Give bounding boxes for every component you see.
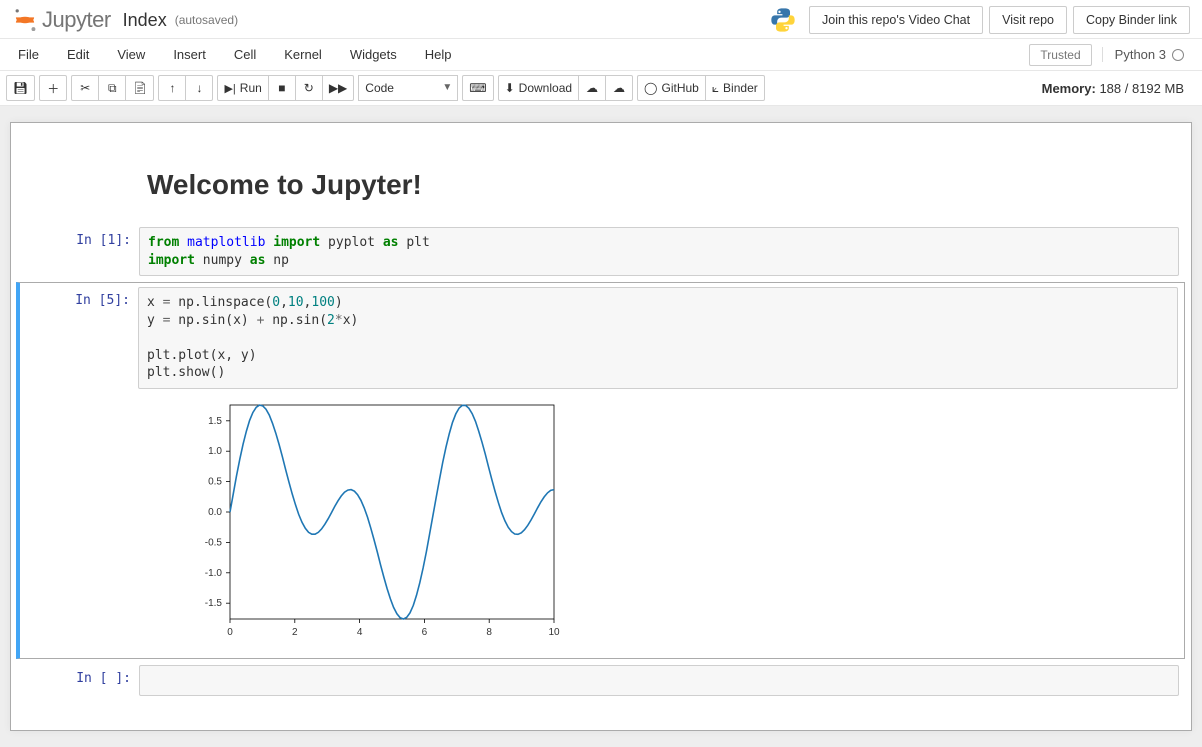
- binder-label: Binder: [723, 81, 758, 95]
- cloud-up-icon: ☁︎: [613, 81, 625, 95]
- download-button[interactable]: ⬇︎ Download: [498, 75, 579, 101]
- kernel-idle-icon: [1172, 49, 1184, 61]
- stop-icon: ■: [278, 81, 285, 95]
- memory-value: 188 / 8192 MB: [1099, 81, 1184, 96]
- notebook: Welcome to Jupyter! In [1]: from matplot…: [10, 122, 1192, 731]
- prompt-in-3: In [ ]:: [17, 665, 139, 697]
- menubar: File Edit View Insert Cell Kernel Widget…: [0, 39, 1202, 71]
- markdown-prompt: [17, 149, 139, 217]
- save-icon: 💾︎: [13, 81, 28, 95]
- keyboard-icon: ⌨︎: [469, 81, 486, 95]
- kernel-name[interactable]: Python 3: [1102, 47, 1184, 62]
- svg-text:0.5: 0.5: [208, 476, 222, 487]
- cloud-down-button[interactable]: ☁︎: [578, 75, 606, 101]
- restart-icon: ↻: [304, 81, 314, 95]
- svg-text:1.0: 1.0: [208, 446, 222, 457]
- prompt-in-2: In [5]:: [20, 287, 138, 389]
- interrupt-button[interactable]: ■: [268, 75, 296, 101]
- svg-text:-0.5: -0.5: [205, 537, 223, 548]
- fast-forward-icon: ▶▶: [329, 81, 347, 95]
- binder-icon: ⟀: [712, 81, 719, 96]
- github-icon: ◯: [644, 81, 657, 95]
- run-button[interactable]: ▶| Run: [217, 75, 268, 101]
- copy-icon: ⧉: [108, 81, 117, 96]
- video-chat-button[interactable]: Join this repo's Video Chat: [809, 6, 983, 34]
- memory-indicator: Memory: 188 / 8192 MB: [1042, 81, 1196, 96]
- matplotlib-plot: -1.5 -1.0 -0.5 0.0 0.5 1.0 1.5 0 2 4 6 8 10: [182, 395, 562, 647]
- toolbar: 💾︎ ＋ ✂︎ ⧉ 📄︎ ↑ ↓ ▶| Run ■ ↻ ▶▶ Code ▼ ⌨︎…: [0, 71, 1202, 106]
- prompt-in-1: In [1]:: [17, 227, 139, 276]
- visit-repo-button[interactable]: Visit repo: [989, 6, 1067, 34]
- github-label: GitHub: [661, 81, 698, 95]
- binder-button[interactable]: ⟀ Binder: [705, 75, 765, 101]
- menu-cell[interactable]: Cell: [220, 41, 270, 68]
- menu-file[interactable]: File: [4, 41, 53, 68]
- prompt-out-2: [20, 389, 138, 654]
- svg-text:0: 0: [227, 627, 233, 638]
- command-palette-button[interactable]: ⌨︎: [462, 75, 493, 101]
- copy-binder-button[interactable]: Copy Binder link: [1073, 6, 1190, 34]
- markdown-cell[interactable]: Welcome to Jupyter!: [17, 145, 1185, 221]
- code-cell-1[interactable]: In [1]: from matplotlib import pyplot as…: [17, 223, 1185, 280]
- kernel-name-text: Python 3: [1115, 47, 1166, 62]
- menu-view[interactable]: View: [103, 41, 159, 68]
- download-icon: ⬇︎: [505, 81, 515, 95]
- restart-button[interactable]: ↻: [295, 75, 323, 101]
- celltype-value: Code: [365, 81, 394, 95]
- jupyter-icon: [12, 7, 38, 33]
- arrow-up-icon: ↑: [169, 81, 175, 95]
- svg-text:-1.0: -1.0: [205, 568, 223, 579]
- github-button[interactable]: ◯ GitHub: [637, 75, 706, 101]
- cut-button[interactable]: ✂︎: [71, 75, 99, 101]
- restart-run-all-button[interactable]: ▶▶: [322, 75, 354, 101]
- plus-icon: ＋: [47, 80, 59, 97]
- output-area-2: -1.5 -1.0 -0.5 0.0 0.5 1.0 1.5 0 2 4 6 8 10: [138, 389, 566, 654]
- move-down-button[interactable]: ↓: [185, 75, 213, 101]
- jupyter-logo[interactable]: Jupyter: [12, 7, 111, 33]
- download-label: Download: [519, 81, 572, 95]
- svg-text:10: 10: [548, 627, 560, 638]
- move-up-button[interactable]: ↑: [158, 75, 186, 101]
- menu-help[interactable]: Help: [411, 41, 466, 68]
- markdown-h1: Welcome to Jupyter!: [147, 169, 1179, 201]
- code-input-1[interactable]: from matplotlib import pyplot as plt imp…: [139, 227, 1179, 276]
- svg-text:1.5: 1.5: [208, 416, 222, 427]
- copy-button[interactable]: ⧉: [98, 75, 126, 101]
- code-cell-3[interactable]: In [ ]:: [17, 661, 1185, 701]
- code-cell-2[interactable]: In [5]: x = np.linspace(0,10,100) y = np…: [16, 282, 1185, 659]
- notebook-name[interactable]: Index: [123, 10, 167, 31]
- cloud-down-icon: ☁︎: [586, 81, 598, 95]
- menu-insert[interactable]: Insert: [159, 41, 220, 68]
- svg-text:4: 4: [357, 627, 363, 638]
- autosave-status: (autosaved): [175, 13, 238, 27]
- add-cell-button[interactable]: ＋: [39, 75, 67, 101]
- code-input-2[interactable]: x = np.linspace(0,10,100) y = np.sin(x) …: [138, 287, 1178, 389]
- run-label: Run: [240, 81, 262, 95]
- run-icon: ▶|: [224, 82, 235, 95]
- cloud-up-button[interactable]: ☁︎: [605, 75, 633, 101]
- svg-text:8: 8: [486, 627, 492, 638]
- notebook-container: Welcome to Jupyter! In [1]: from matplot…: [0, 106, 1202, 747]
- paste-icon: 📄︎: [132, 81, 147, 95]
- notebook-header: Jupyter Index (autosaved) Join this repo…: [0, 0, 1202, 39]
- code-input-3[interactable]: [139, 665, 1179, 697]
- trusted-badge[interactable]: Trusted: [1029, 44, 1091, 66]
- cut-icon: ✂︎: [80, 81, 90, 95]
- menu-edit[interactable]: Edit: [53, 41, 103, 68]
- memory-label: Memory:: [1042, 81, 1096, 96]
- celltype-select[interactable]: Code ▼: [358, 75, 458, 101]
- svg-text:0.0: 0.0: [208, 507, 222, 518]
- menu-kernel[interactable]: Kernel: [270, 41, 336, 68]
- python-icon: [769, 6, 797, 34]
- svg-text:6: 6: [422, 627, 428, 638]
- svg-text:-1.5: -1.5: [205, 598, 223, 609]
- menu-widgets[interactable]: Widgets: [336, 41, 411, 68]
- save-button[interactable]: 💾︎: [6, 75, 35, 101]
- arrow-down-icon: ↓: [196, 81, 202, 95]
- paste-button[interactable]: 📄︎: [125, 75, 154, 101]
- jupyter-text: Jupyter: [42, 7, 111, 33]
- svg-text:2: 2: [292, 627, 298, 638]
